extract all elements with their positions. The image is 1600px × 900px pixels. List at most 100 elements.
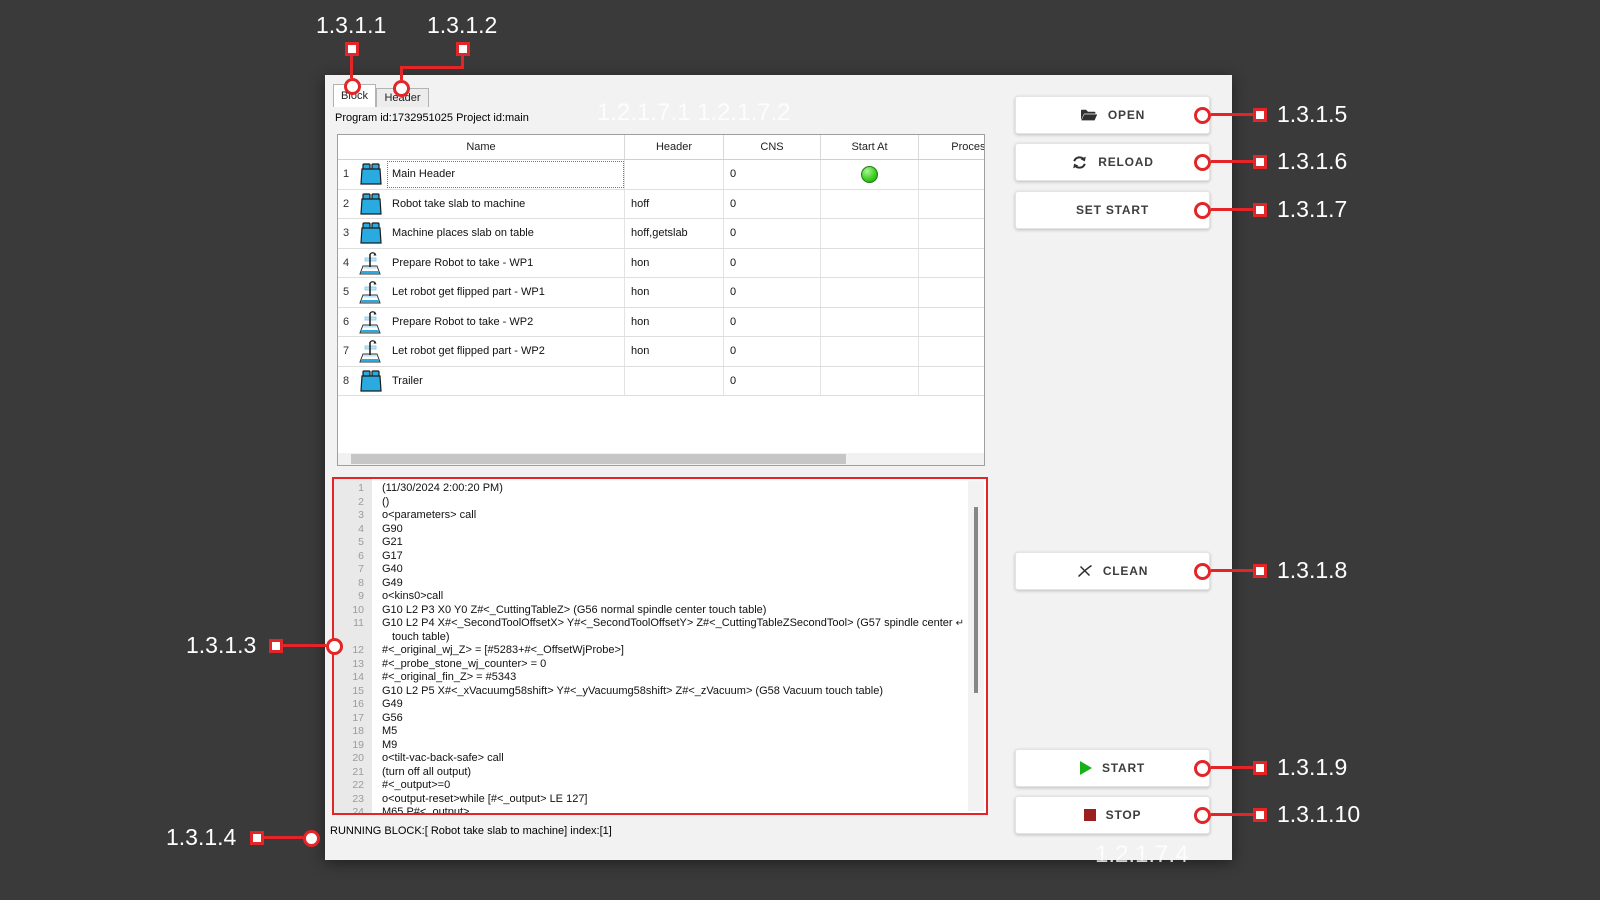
stop-button[interactable]: STOP (1015, 796, 1210, 834)
row-icon-cell (354, 337, 386, 366)
row-cns-value: 0 (724, 278, 821, 307)
annotation-circle-1319 (1194, 760, 1211, 777)
flip-icon (357, 250, 383, 276)
code-line-text: G56 (372, 712, 403, 726)
code-line-number: 8 (334, 577, 372, 591)
code-line: 6 G17 (334, 550, 966, 564)
row-number: 8 (338, 367, 354, 396)
column-header-header: Header (625, 135, 724, 159)
annotation-label-1318: 1.3.1.8 (1277, 557, 1347, 584)
row-icon-cell (354, 367, 386, 396)
row-processing-cell (919, 308, 985, 337)
annotation-line-1312-h (400, 66, 464, 69)
code-line-text: G90 (372, 523, 403, 537)
row-number: 1 (338, 160, 354, 189)
code-line-number: 14 (334, 671, 372, 685)
annotation-circle-1317 (1194, 202, 1211, 219)
watermark-bottom: 1.2.1.7.4 (1095, 841, 1188, 869)
annotation-label-1317: 1.3.1.7 (1277, 196, 1347, 223)
folder-open-icon (1080, 108, 1098, 122)
annotation-square-1313 (269, 639, 283, 653)
stop-icon (1084, 809, 1096, 821)
annotation-line-1315 (1211, 113, 1253, 116)
table-row[interactable]: 6 Prepare Robot to take - WP2 hon 0 (338, 308, 984, 338)
row-header-value: hon (625, 308, 724, 337)
annotation-square-1317 (1253, 203, 1267, 217)
code-line: 5 G21 (334, 536, 966, 550)
code-line-text: o<tilt-vac-back-safe> call (372, 752, 504, 766)
set-start-button[interactable]: SET START (1015, 191, 1210, 229)
table-row[interactable]: 3 Machine places slab on table hoff,gets… (338, 219, 984, 249)
row-processing-cell (919, 219, 985, 248)
code-line-text: G10 L2 P5 X#<_xVacuumg58shift> Y#<_yVacu… (372, 685, 883, 699)
row-processing-cell (919, 249, 985, 278)
annotation-circle-1311 (344, 78, 361, 95)
annotation-square-1315 (1253, 108, 1267, 122)
annotation-circle-1315 (1194, 107, 1211, 124)
clean-button[interactable]: CLEAN (1015, 552, 1210, 590)
column-header-name: Name (338, 135, 625, 159)
app-window: Block Header Program id:1732951025 Proje… (325, 75, 1232, 860)
code-line-text: M65 P#<_output> (372, 806, 469, 813)
annotation-line-1319 (1211, 766, 1253, 769)
code-line-number: 7 (334, 563, 372, 577)
annotation-circle-13110 (1194, 807, 1211, 824)
flip-icon (357, 338, 383, 364)
row-processing-cell (919, 337, 985, 366)
code-line: 10 G10 L2 P3 X0 Y0 Z#<_CuttingTableZ> (G… (334, 604, 966, 618)
open-button-label: OPEN (1108, 108, 1145, 122)
start-button[interactable]: START (1015, 749, 1210, 787)
table-row[interactable]: 2 Robot take slab to machine hoff 0 (338, 190, 984, 220)
annotation-line-1313 (283, 644, 326, 647)
vertical-scrollbar-thumb[interactable] (974, 507, 978, 693)
row-cns-value: 0 (724, 249, 821, 278)
annotation-circle-1313 (326, 638, 343, 655)
code-line-number: 11 (334, 617, 372, 631)
play-icon (1080, 761, 1092, 775)
row-cns-value: 0 (724, 337, 821, 366)
annotation-label-1315: 1.3.1.5 (1277, 101, 1347, 128)
annotation-line-1312-v2 (400, 66, 403, 80)
column-header-start-at: Start At (821, 135, 919, 159)
table-row[interactable]: 8 Trailer 0 (338, 367, 984, 397)
code-line-text: (11/30/2024 2:00:20 PM) (372, 482, 503, 496)
code-line-text: M9 (372, 739, 397, 753)
block-icon (357, 161, 383, 187)
row-start-at-cell (821, 367, 919, 396)
code-line: 7 G40 (334, 563, 966, 577)
row-header-value: hon (625, 337, 724, 366)
table-row[interactable]: 4 Prepare Robot to take - WP1 hon 0 (338, 249, 984, 279)
gcode-editor[interactable]: 1 (11/30/2024 2:00:20 PM) 2 () 3 o<param… (332, 477, 988, 815)
row-start-at-cell (821, 278, 919, 307)
code-line-number: 9 (334, 590, 372, 604)
annotation-square-1318 (1253, 564, 1267, 578)
row-name: Machine places slab on table (386, 219, 625, 248)
reload-icon (1071, 154, 1088, 171)
set-start-button-label: SET START (1076, 203, 1149, 217)
code-line-text: #<_output>=0 (372, 779, 450, 793)
table-row[interactable]: 1 Main Header 0 (338, 160, 984, 190)
code-line-number: 19 (334, 739, 372, 753)
code-line: 16 G49 (334, 698, 966, 712)
table-row[interactable]: 7 Let robot get flipped part - WP2 hon 0 (338, 337, 984, 367)
table-horizontal-scrollbar[interactable] (338, 453, 984, 465)
horizontal-scrollbar-thumb[interactable] (351, 454, 846, 464)
reload-button[interactable]: RELOAD (1015, 143, 1210, 181)
annotation-square-1312 (456, 42, 470, 56)
open-button[interactable]: OPEN (1015, 96, 1210, 134)
row-processing-cell (919, 278, 985, 307)
code-line: 15 G10 L2 P5 X#<_xVacuumg58shift> Y#<_yV… (334, 685, 966, 699)
row-number: 6 (338, 308, 354, 337)
row-icon-cell (354, 249, 386, 278)
block-table: Name Header CNS Start At Processing 1 Ma… (337, 134, 985, 466)
code-line: 19 M9 (334, 739, 966, 753)
screenshot-root: Block Header Program id:1732951025 Proje… (0, 0, 1600, 900)
code-vertical-scrollbar[interactable] (968, 481, 984, 811)
code-line: 12 #<_original_wj_Z> = [#5283+#<_OffsetW… (334, 644, 966, 658)
code-lines: 1 (11/30/2024 2:00:20 PM) 2 () 3 o<param… (334, 479, 966, 813)
table-row[interactable]: 5 Let robot get flipped part - WP1 hon 0 (338, 278, 984, 308)
annotation-line-1311 (350, 56, 353, 78)
row-number: 2 (338, 190, 354, 219)
code-line-text: M5 (372, 725, 397, 739)
row-header-value: hoff (625, 190, 724, 219)
